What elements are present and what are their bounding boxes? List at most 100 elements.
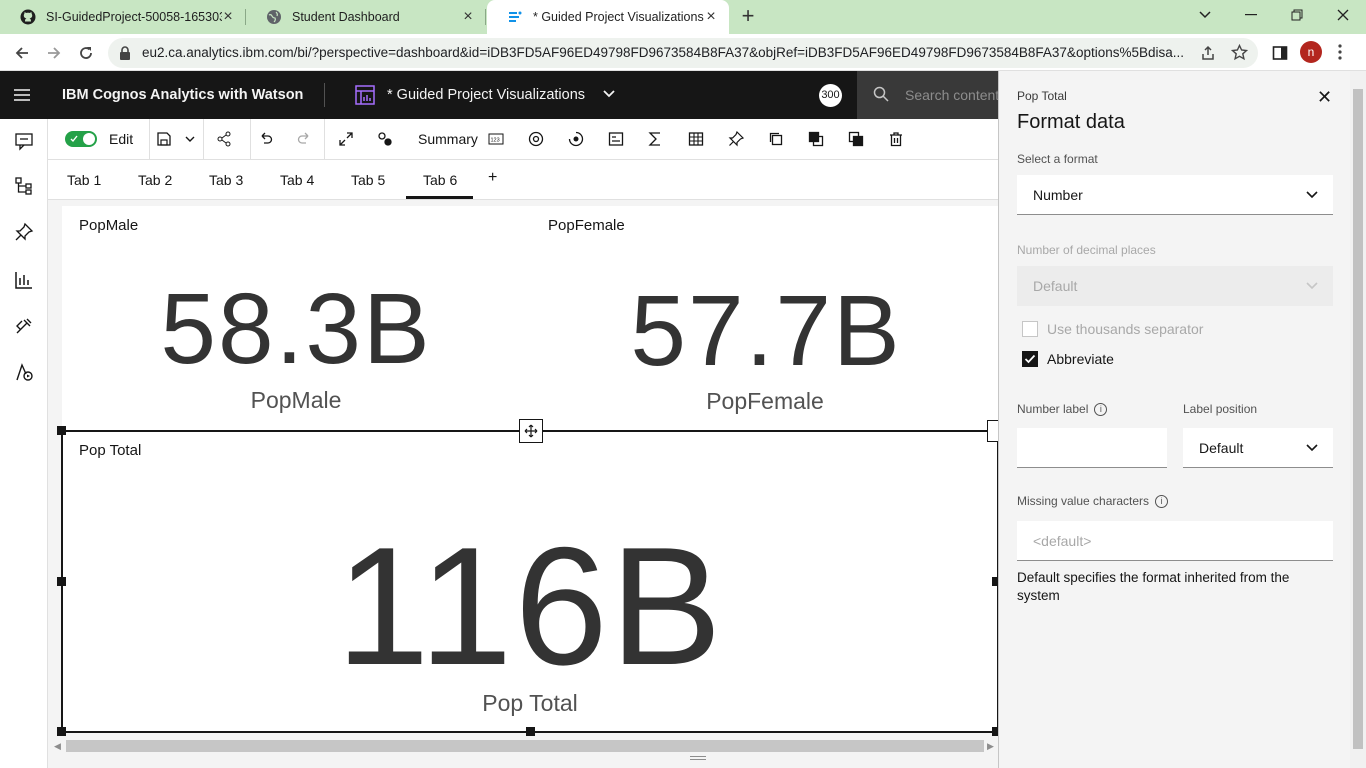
bookmark-star-icon[interactable]	[1230, 43, 1249, 66]
save-icon[interactable]	[154, 129, 174, 149]
pin-icon[interactable]	[14, 222, 34, 242]
properties-icon[interactable]	[606, 129, 626, 149]
forward-button[interactable]	[42, 41, 66, 65]
edit-mode-toggle[interactable]	[65, 131, 97, 147]
back-button[interactable]	[10, 41, 34, 65]
missing-value-input[interactable]: <default>	[1017, 521, 1333, 561]
scroll-left-arrow-icon[interactable]: ◀	[54, 741, 61, 752]
duplicate-icon[interactable]	[766, 129, 786, 149]
move-handle-icon[interactable]	[519, 419, 543, 443]
share-icon[interactable]	[1200, 45, 1216, 66]
tab-search-icon[interactable]	[1182, 0, 1228, 30]
decimal-places-value: Default	[1033, 278, 1078, 294]
redo-icon[interactable]	[295, 129, 315, 149]
vertical-scrollbar[interactable]	[1350, 71, 1366, 768]
assistant-icon[interactable]	[14, 362, 34, 382]
dashboard-title[interactable]: * Guided Project Visualizations	[387, 87, 585, 103]
chevron-down-icon[interactable]	[602, 87, 616, 106]
tab-4[interactable]: Tab 4	[280, 172, 314, 188]
pop-total-value[interactable]: 116B	[260, 518, 800, 694]
popmale-value[interactable]: 58.3B	[100, 270, 492, 388]
browser-tab-student-dashboard[interactable]: Student Dashboard ×	[246, 0, 486, 34]
tab-1[interactable]: Tab 1	[67, 172, 101, 188]
popfemale-value[interactable]: 57.7B	[570, 272, 962, 390]
new-tab-button[interactable]: +	[736, 5, 760, 29]
lock-icon	[118, 45, 132, 66]
tab-6[interactable]: Tab 6	[423, 172, 457, 188]
format-help-text: Default specifies the format inherited f…	[1017, 570, 1290, 603]
hamburger-menu-icon[interactable]	[12, 85, 32, 105]
close-tab-icon[interactable]: ×	[220, 9, 236, 25]
bring-to-front-icon[interactable]	[806, 129, 826, 149]
abbreviate-label: Abbreviate	[1047, 351, 1114, 367]
assets-icon[interactable]	[14, 316, 34, 336]
chevron-down-icon	[1305, 441, 1319, 458]
left-rail	[0, 119, 48, 768]
resize-handle[interactable]	[57, 426, 66, 435]
format-data-panel: Pop Total Format data ✕ Select a format …	[998, 71, 1350, 768]
send-to-back-icon[interactable]	[846, 129, 866, 149]
add-tab-button[interactable]: +	[488, 169, 497, 187]
summarize-sigma-icon[interactable]	[645, 129, 665, 149]
close-icon[interactable]: ✕	[1317, 87, 1332, 108]
color-palette-icon[interactable]	[526, 129, 546, 149]
browser-tab-title: * Guided Project Visualizations	[533, 10, 704, 24]
label-position-select[interactable]: Default	[1183, 428, 1333, 468]
number-label-input[interactable]	[1017, 428, 1167, 468]
url-field[interactable]: eu2.ca.analytics.ibm.com/bi/?perspective…	[108, 38, 1258, 68]
animate-icon[interactable]	[566, 129, 586, 149]
app-header: IBM Cognos Analytics with Watson * Guide…	[0, 71, 999, 119]
close-tab-icon[interactable]: ×	[460, 9, 476, 25]
abbreviate-checkbox[interactable]	[1022, 351, 1038, 367]
horizontal-scrollbar[interactable]	[66, 740, 984, 752]
decimal-places-label: Number of decimal places	[1017, 243, 1156, 257]
resize-handle[interactable]	[57, 727, 66, 736]
visualizations-icon[interactable]	[14, 270, 34, 290]
missing-value-placeholder: <default>	[1033, 533, 1092, 549]
tab-2[interactable]: Tab 2	[138, 172, 172, 188]
share-icon[interactable]	[214, 129, 234, 149]
delete-icon[interactable]	[886, 129, 906, 149]
panel-resize-grip[interactable]	[690, 756, 706, 760]
minimize-button[interactable]	[1228, 0, 1274, 30]
restore-button[interactable]	[1274, 0, 1320, 30]
data-values-icon[interactable]: 123	[486, 129, 506, 149]
number-label-label: Number label i	[1017, 402, 1108, 416]
side-panel-icon[interactable]	[1268, 41, 1292, 65]
data-tree-icon[interactable]	[14, 176, 34, 196]
active-tab-indicator	[406, 196, 473, 199]
format-select[interactable]: Number	[1017, 175, 1333, 215]
format-select-value: Number	[1033, 187, 1083, 203]
browser-tab-github[interactable]: SI-GuidedProject-50058-165303 ×	[0, 0, 246, 34]
summary-label[interactable]: Summary	[418, 131, 478, 147]
search-icon	[873, 86, 889, 107]
info-icon[interactable]: i	[1155, 495, 1169, 508]
thousands-separator-checkbox[interactable]	[1022, 321, 1038, 337]
pin-icon[interactable]	[726, 129, 746, 149]
search-input[interactable]: Search content	[857, 71, 999, 119]
dashboard-icon	[355, 85, 375, 110]
relationships-icon[interactable]	[375, 129, 395, 149]
decimal-places-select[interactable]: Default	[1017, 266, 1333, 306]
resize-handle[interactable]	[526, 727, 535, 736]
comment-icon[interactable]	[14, 131, 34, 151]
browser-tab-guided-project[interactable]: * Guided Project Visualizations ×	[487, 0, 729, 34]
browser-menu-icon[interactable]	[1338, 44, 1342, 65]
notification-badge[interactable]: 300	[819, 84, 842, 107]
close-tab-icon[interactable]: ×	[703, 9, 719, 25]
save-menu-chevron-icon[interactable]	[180, 129, 200, 149]
resize-handle[interactable]	[57, 577, 66, 586]
tab-3[interactable]: Tab 3	[209, 172, 243, 188]
table-icon[interactable]	[686, 129, 706, 149]
tab-5[interactable]: Tab 5	[351, 172, 385, 188]
scroll-right-arrow-icon[interactable]: ▶	[987, 741, 994, 752]
reload-button[interactable]	[74, 41, 98, 65]
info-icon[interactable]: i	[1094, 403, 1108, 416]
browser-tab-title: SI-GuidedProject-50058-165303	[46, 10, 222, 24]
expand-icon[interactable]	[336, 129, 356, 149]
profile-avatar[interactable]: n	[1300, 41, 1322, 63]
close-window-button[interactable]	[1320, 0, 1366, 30]
undo-icon[interactable]	[255, 129, 275, 149]
dashboard-toolbar: Edit Summary 123	[48, 119, 998, 160]
scrollbar-thumb[interactable]	[1353, 89, 1363, 749]
